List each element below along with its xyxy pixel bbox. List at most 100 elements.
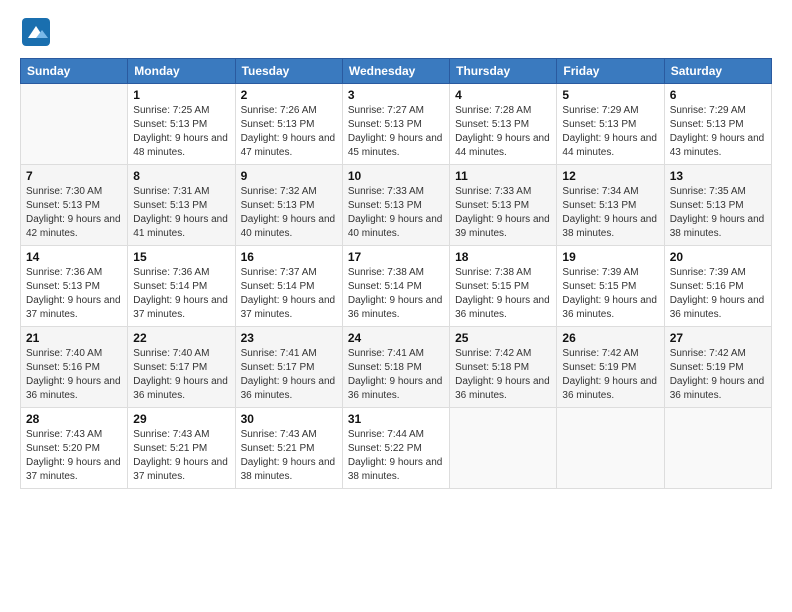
day-info: Sunrise: 7:43 AMSunset: 5:20 PMDaylight:… [26, 428, 122, 484]
day-info: Sunrise: 7:37 AMSunset: 5:14 PMDaylight:… [241, 266, 337, 322]
header [20, 16, 772, 48]
calendar-cell [557, 408, 664, 489]
calendar-week-5: 28 Sunrise: 7:43 AMSunset: 5:20 PMDayligh… [21, 408, 772, 489]
calendar-cell: 3 Sunrise: 7:27 AMSunset: 5:13 PMDaylight… [342, 84, 449, 165]
calendar-cell: 4 Sunrise: 7:28 AMSunset: 5:13 PMDaylight… [450, 84, 557, 165]
day-number: 8 [133, 169, 229, 183]
calendar-cell: 12 Sunrise: 7:34 AMSunset: 5:13 PMDayligh… [557, 165, 664, 246]
day-info: Sunrise: 7:34 AMSunset: 5:13 PMDaylight:… [562, 185, 658, 241]
day-number: 1 [133, 88, 229, 102]
calendar-cell [21, 84, 128, 165]
day-info: Sunrise: 7:42 AMSunset: 5:19 PMDaylight:… [562, 347, 658, 403]
day-info: Sunrise: 7:41 AMSunset: 5:18 PMDaylight:… [348, 347, 444, 403]
day-number: 20 [670, 250, 766, 264]
day-info: Sunrise: 7:44 AMSunset: 5:22 PMDaylight:… [348, 428, 444, 484]
day-number: 17 [348, 250, 444, 264]
day-number: 19 [562, 250, 658, 264]
day-number: 10 [348, 169, 444, 183]
calendar-cell: 25 Sunrise: 7:42 AMSunset: 5:18 PMDayligh… [450, 327, 557, 408]
day-number: 16 [241, 250, 337, 264]
day-info: Sunrise: 7:40 AMSunset: 5:17 PMDaylight:… [133, 347, 229, 403]
calendar-cell: 15 Sunrise: 7:36 AMSunset: 5:14 PMDayligh… [128, 246, 235, 327]
day-number: 27 [670, 331, 766, 345]
calendar-week-4: 21 Sunrise: 7:40 AMSunset: 5:16 PMDayligh… [21, 327, 772, 408]
day-number: 12 [562, 169, 658, 183]
day-number: 23 [241, 331, 337, 345]
weekday-header-friday: Friday [557, 59, 664, 84]
day-info: Sunrise: 7:28 AMSunset: 5:13 PMDaylight:… [455, 104, 551, 160]
day-info: Sunrise: 7:38 AMSunset: 5:15 PMDaylight:… [455, 266, 551, 322]
day-info: Sunrise: 7:42 AMSunset: 5:19 PMDaylight:… [670, 347, 766, 403]
day-number: 13 [670, 169, 766, 183]
calendar-cell: 10Sunrise: 7:33 AMSunset: 5:13 PMDayligh… [342, 165, 449, 246]
weekday-header-saturday: Saturday [664, 59, 771, 84]
calendar-cell: 19 Sunrise: 7:39 AMSunset: 5:15 PMDayligh… [557, 246, 664, 327]
day-number: 28 [26, 412, 122, 426]
calendar-cell: 27 Sunrise: 7:42 AMSunset: 5:19 PMDayligh… [664, 327, 771, 408]
weekday-header-tuesday: Tuesday [235, 59, 342, 84]
calendar-cell: 5 Sunrise: 7:29 AMSunset: 5:13 PMDaylight… [557, 84, 664, 165]
calendar-cell: 17 Sunrise: 7:38 AMSunset: 5:14 PMDayligh… [342, 246, 449, 327]
calendar-cell: 7 Sunrise: 7:30 AMSunset: 5:13 PMDaylight… [21, 165, 128, 246]
day-info: Sunrise: 7:29 AMSunset: 5:13 PMDaylight:… [562, 104, 658, 160]
day-info: Sunrise: 7:32 AMSunset: 5:13 PMDaylight:… [241, 185, 337, 241]
day-number: 25 [455, 331, 551, 345]
day-info: Sunrise: 7:39 AMSunset: 5:16 PMDaylight:… [670, 266, 766, 322]
day-info: Sunrise: 7:27 AMSunset: 5:13 PMDaylight:… [348, 104, 444, 160]
day-info: Sunrise: 7:36 AMSunset: 5:13 PMDaylight:… [26, 266, 122, 322]
day-number: 24 [348, 331, 444, 345]
day-info: Sunrise: 7:43 AMSunset: 5:21 PMDaylight:… [241, 428, 337, 484]
day-info: Sunrise: 7:43 AMSunset: 5:21 PMDaylight:… [133, 428, 229, 484]
day-info: Sunrise: 7:42 AMSunset: 5:18 PMDaylight:… [455, 347, 551, 403]
calendar-cell: 24 Sunrise: 7:41 AMSunset: 5:18 PMDayligh… [342, 327, 449, 408]
calendar-cell: 16 Sunrise: 7:37 AMSunset: 5:14 PMDayligh… [235, 246, 342, 327]
calendar-cell: 2 Sunrise: 7:26 AMSunset: 5:13 PMDaylight… [235, 84, 342, 165]
calendar-cell: 21 Sunrise: 7:40 AMSunset: 5:16 PMDayligh… [21, 327, 128, 408]
day-info: Sunrise: 7:38 AMSunset: 5:14 PMDaylight:… [348, 266, 444, 322]
calendar-cell: 23 Sunrise: 7:41 AMSunset: 5:17 PMDayligh… [235, 327, 342, 408]
logo [20, 16, 56, 48]
day-number: 30 [241, 412, 337, 426]
day-info: Sunrise: 7:36 AMSunset: 5:14 PMDaylight:… [133, 266, 229, 322]
calendar-cell: 22 Sunrise: 7:40 AMSunset: 5:17 PMDayligh… [128, 327, 235, 408]
day-number: 18 [455, 250, 551, 264]
day-info: Sunrise: 7:39 AMSunset: 5:15 PMDaylight:… [562, 266, 658, 322]
day-number: 9 [241, 169, 337, 183]
calendar-cell: 18 Sunrise: 7:38 AMSunset: 5:15 PMDayligh… [450, 246, 557, 327]
calendar-cell: 14Sunrise: 7:36 AMSunset: 5:13 PMDayligh… [21, 246, 128, 327]
day-number: 6 [670, 88, 766, 102]
day-number: 5 [562, 88, 658, 102]
day-info: Sunrise: 7:33 AMSunset: 5:13 PMDaylight:… [455, 185, 551, 241]
calendar-cell: 20 Sunrise: 7:39 AMSunset: 5:16 PMDayligh… [664, 246, 771, 327]
day-info: Sunrise: 7:29 AMSunset: 5:13 PMDaylight:… [670, 104, 766, 160]
day-number: 22 [133, 331, 229, 345]
day-info: Sunrise: 7:30 AMSunset: 5:13 PMDaylight:… [26, 185, 122, 241]
day-number: 7 [26, 169, 122, 183]
weekday-header-sunday: Sunday [21, 59, 128, 84]
calendar-cell: 11Sunrise: 7:33 AMSunset: 5:13 PMDayligh… [450, 165, 557, 246]
calendar-cell: 31 Sunrise: 7:44 AMSunset: 5:22 PMDayligh… [342, 408, 449, 489]
day-number: 31 [348, 412, 444, 426]
calendar-week-2: 7 Sunrise: 7:30 AMSunset: 5:13 PMDaylight… [21, 165, 772, 246]
day-info: Sunrise: 7:35 AMSunset: 5:13 PMDaylight:… [670, 185, 766, 241]
calendar-week-1: 1Sunrise: 7:25 AMSunset: 5:13 PMDaylight… [21, 84, 772, 165]
calendar-cell: 29 Sunrise: 7:43 AMSunset: 5:21 PMDayligh… [128, 408, 235, 489]
calendar-cell: 1Sunrise: 7:25 AMSunset: 5:13 PMDaylight… [128, 84, 235, 165]
day-number: 4 [455, 88, 551, 102]
calendar-table: SundayMondayTuesdayWednesdayThursdayFrid… [20, 58, 772, 489]
day-number: 3 [348, 88, 444, 102]
weekday-header-wednesday: Wednesday [342, 59, 449, 84]
calendar-cell: 28 Sunrise: 7:43 AMSunset: 5:20 PMDayligh… [21, 408, 128, 489]
day-info: Sunrise: 7:40 AMSunset: 5:16 PMDaylight:… [26, 347, 122, 403]
day-number: 2 [241, 88, 337, 102]
weekday-header-thursday: Thursday [450, 59, 557, 84]
calendar-cell [450, 408, 557, 489]
day-number: 29 [133, 412, 229, 426]
calendar-cell: 26 Sunrise: 7:42 AMSunset: 5:19 PMDayligh… [557, 327, 664, 408]
logo-icon [20, 16, 52, 48]
day-number: 15 [133, 250, 229, 264]
day-info: Sunrise: 7:26 AMSunset: 5:13 PMDaylight:… [241, 104, 337, 160]
day-number: 21 [26, 331, 122, 345]
day-info: Sunrise: 7:41 AMSunset: 5:17 PMDaylight:… [241, 347, 337, 403]
day-number: 26 [562, 331, 658, 345]
